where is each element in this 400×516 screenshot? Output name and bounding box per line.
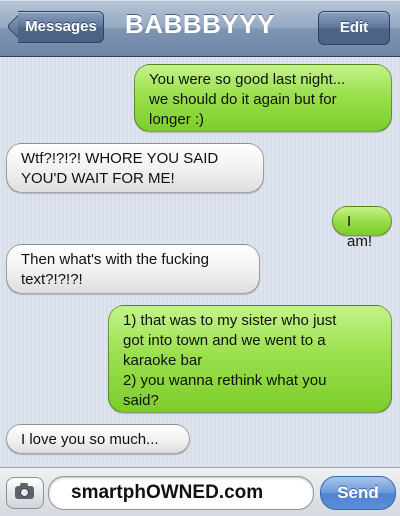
back-button[interactable]: Messages (6, 10, 104, 43)
message-bubble-received: Then what's with the fucking text?!?!?! (6, 244, 260, 294)
message-bubble-sent: I am! (332, 206, 392, 250)
send-button[interactable]: Send (320, 476, 396, 510)
navigation-bar: Messages BABBBYYY Edit (0, 0, 400, 57)
message-bubble-sent: You were so good last night... we should… (134, 64, 392, 132)
message-input[interactable]: smartphOWNED.com (48, 476, 314, 510)
message-bubble-received: Wtf?!?!?! WHORE YOU SAID YOU'D WAIT FOR … (6, 143, 264, 193)
camera-button[interactable] (6, 477, 44, 509)
messages-screen: Messages BABBBYYY Edit You were so good … (0, 0, 400, 516)
message-bubble-received: I love you so much... (6, 424, 190, 454)
message-input-bar: smartphOWNED.com Send (0, 467, 400, 516)
back-button-label: Messages (25, 18, 97, 35)
message-bubble-sent: 1) that was to my sister who just got in… (108, 305, 392, 413)
message-input-value: smartphOWNED.com (71, 482, 264, 503)
edit-button[interactable]: Edit (318, 11, 390, 45)
